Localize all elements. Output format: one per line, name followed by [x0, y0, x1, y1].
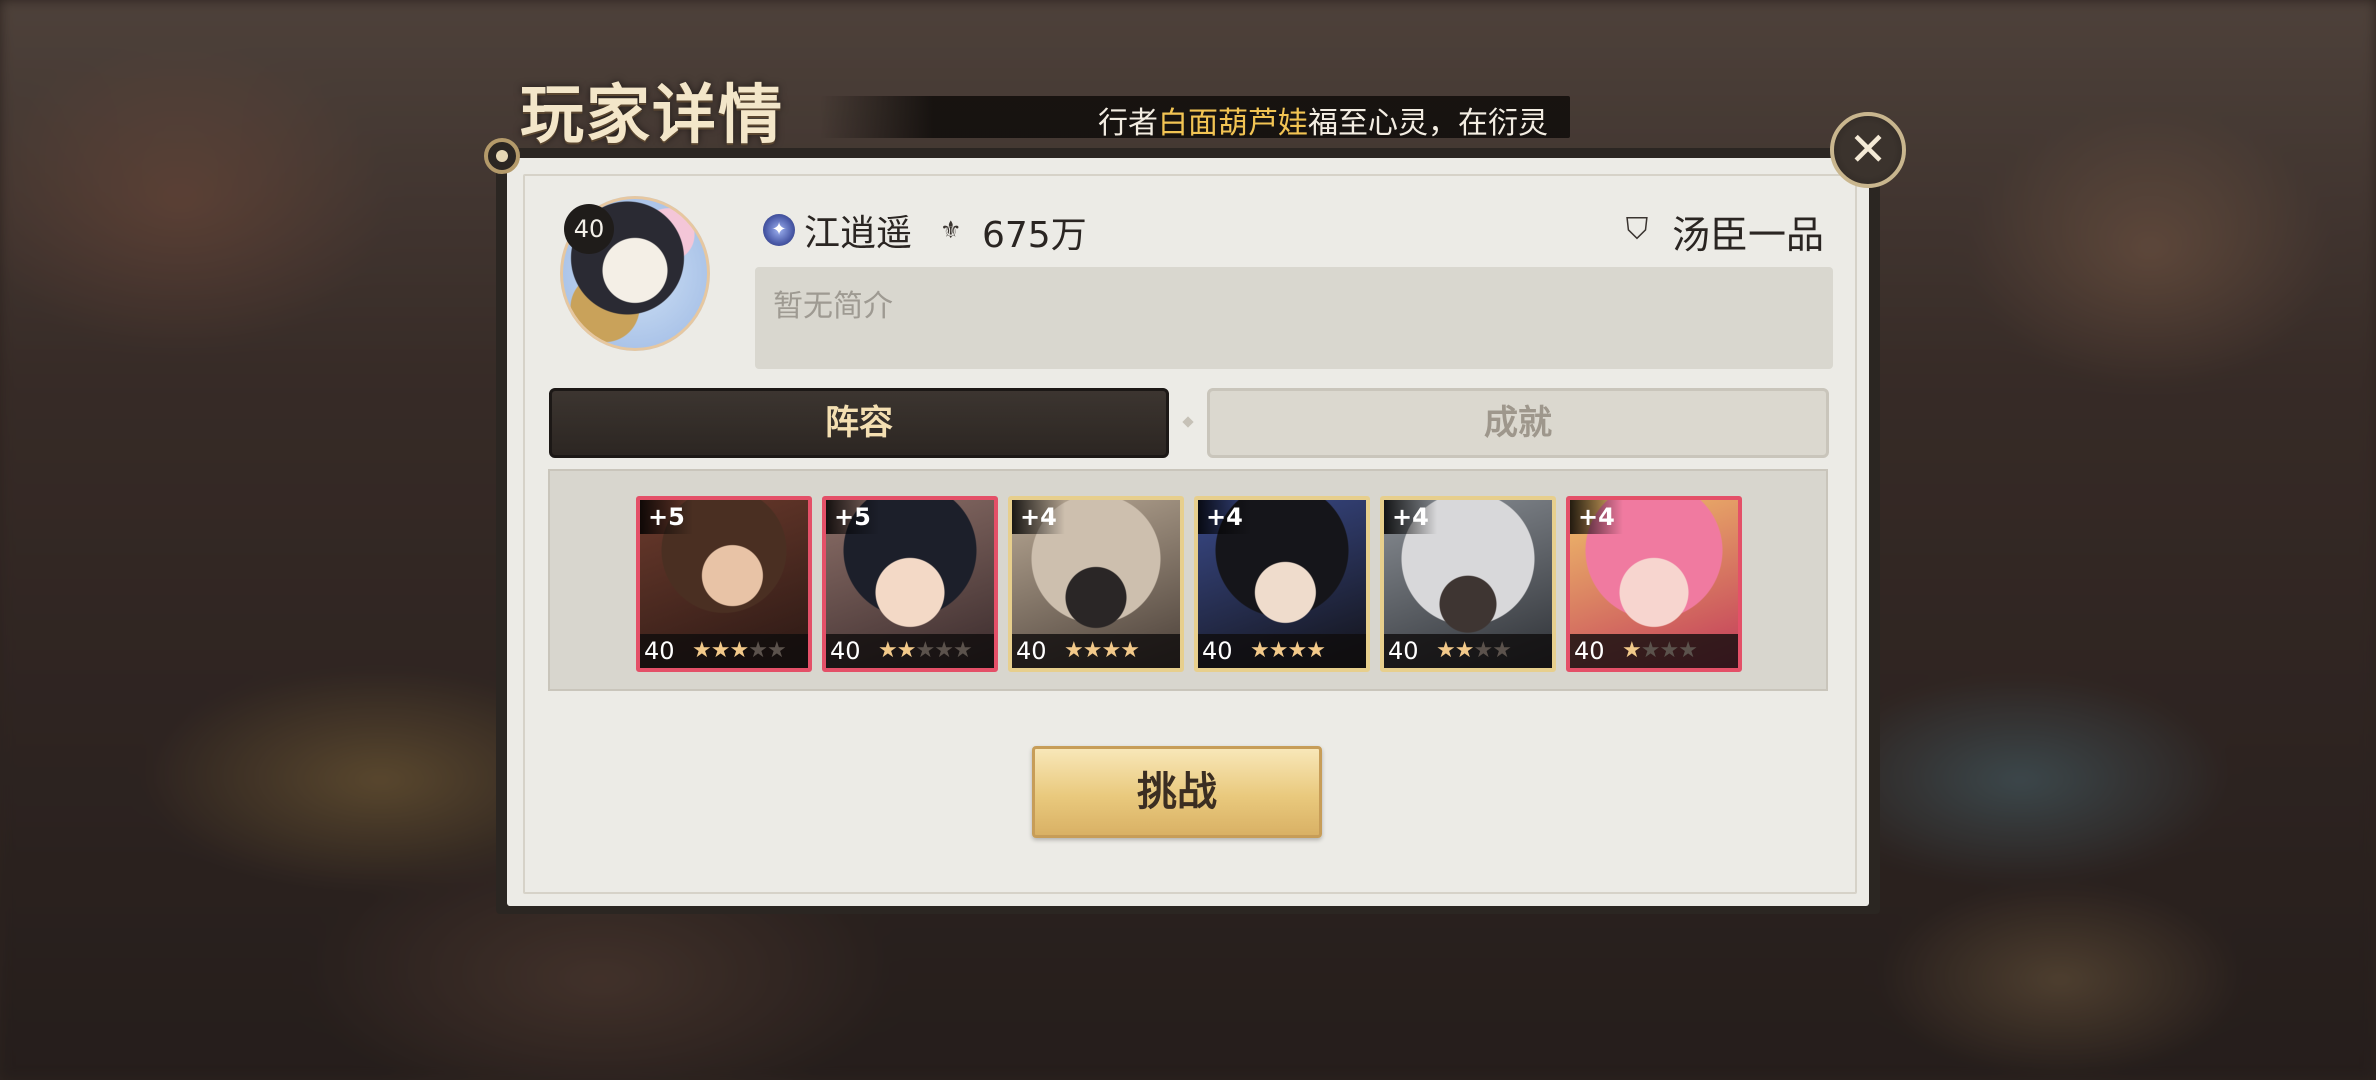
hero-card[interactable]: +4 40 ★★★★ — [1380, 496, 1556, 672]
ticker-text: 行者白面葫芦娃福至心灵，在衍灵 — [1098, 98, 1548, 138]
player-title: 汤臣一品 — [1672, 213, 1825, 257]
star-icon: ★ — [1678, 638, 1698, 663]
page-title: 玩家详情 — [520, 79, 784, 153]
hero-card[interactable]: +4 40 ★★★★ — [1194, 496, 1370, 672]
challenge-button[interactable]: 挑战 — [1032, 746, 1322, 838]
hero-stars: ★★★★ — [1064, 634, 1140, 668]
star-icon: ★ — [1640, 638, 1661, 663]
hero-upgrade-badge: +5 — [826, 500, 879, 534]
star-icon: ★ — [878, 638, 898, 663]
hero-upgrade-badge: +4 — [1570, 500, 1623, 534]
hero-stars: ★★★★★ — [878, 634, 973, 668]
bio-text: 暂无简介 — [773, 289, 893, 324]
star-icon: ★ — [1120, 638, 1140, 663]
star-icon: ★ — [692, 638, 712, 663]
hero-level: 40 — [644, 637, 675, 665]
star-icon: ★ — [1064, 638, 1084, 663]
hero-level: 40 — [1574, 637, 1605, 665]
hero-level: 40 — [830, 637, 861, 665]
star-icon: ★ — [1659, 638, 1679, 663]
star-icon: ★ — [915, 638, 935, 663]
broadcast-ticker: 行者白面葫芦娃福至心灵，在衍灵 — [820, 96, 1570, 138]
bio-box: 暂无简介 — [755, 267, 1833, 369]
hero-card-footer: 40 ★★★★ — [1384, 634, 1552, 668]
player-name: 江逍遥 — [804, 213, 913, 254]
star-icon: ★ — [1454, 638, 1475, 663]
star-icon: ★ — [1473, 638, 1493, 663]
hero-card-footer: 40 ★★★★ — [1198, 634, 1366, 668]
hero-card-footer: 40 ★★★★★ — [826, 634, 994, 668]
star-icon: ★ — [952, 638, 973, 663]
rank-icon: ✦ — [763, 214, 795, 246]
star-icon: ★ — [748, 638, 768, 663]
hero-card[interactable]: +5 40 ★★★★★ — [822, 496, 998, 672]
avatar-level-badge: 40 — [564, 204, 614, 254]
hero-card-footer: 40 ★★★★ — [1012, 634, 1180, 668]
ticker-suffix: 福至心灵，在衍灵 — [1308, 106, 1548, 138]
star-icon: ★ — [1436, 638, 1456, 663]
close-icon: ✕ — [1848, 122, 1888, 176]
tab-achievements[interactable]: 成就 — [1207, 388, 1829, 458]
hero-stars: ★★★★ — [1622, 634, 1698, 668]
hero-card-footer: 40 ★★★★★ — [640, 634, 808, 668]
power-icon: ⚜ — [940, 216, 962, 244]
hero-upgrade-badge: +4 — [1012, 500, 1065, 534]
hero-upgrade-badge: +5 — [640, 500, 693, 534]
star-icon: ★ — [1268, 638, 1289, 663]
star-icon: ★ — [766, 638, 787, 663]
hero-card[interactable]: +5 40 ★★★★★ — [636, 496, 812, 672]
hero-upgrade-badge: +4 — [1384, 500, 1437, 534]
hero-stars: ★★★★ — [1436, 634, 1512, 668]
star-icon: ★ — [934, 638, 954, 663]
title-shield-icon: ⛉ — [1625, 212, 1649, 247]
power-value: 675万 — [982, 215, 1087, 256]
star-icon: ★ — [1287, 638, 1307, 663]
hero-level: 40 — [1388, 637, 1419, 665]
star-icon: ★ — [1622, 638, 1642, 663]
tab-lineup[interactable]: 阵容 — [549, 388, 1169, 458]
star-icon: ★ — [729, 638, 749, 663]
star-icon: ★ — [1492, 638, 1512, 663]
hero-card[interactable]: +4 40 ★★★★ — [1566, 496, 1742, 672]
star-icon: ★ — [896, 638, 917, 663]
hero-level: 40 — [1016, 637, 1047, 665]
ornament-bolt-icon — [484, 138, 520, 174]
hero-stars: ★★★★★ — [692, 634, 787, 668]
hero-level: 40 — [1202, 637, 1233, 665]
star-icon: ★ — [1250, 638, 1270, 663]
close-button[interactable]: ✕ — [1830, 112, 1906, 188]
hero-card[interactable]: +4 40 ★★★★ — [1008, 496, 1184, 672]
star-icon: ★ — [1306, 638, 1326, 663]
ticker-highlight: 白面葫芦娃 — [1158, 106, 1308, 138]
star-icon: ★ — [1101, 638, 1121, 663]
hero-card-footer: 40 ★★★★ — [1570, 634, 1738, 668]
star-icon: ★ — [710, 638, 731, 663]
star-icon: ★ — [1082, 638, 1103, 663]
hero-stars: ★★★★ — [1250, 634, 1326, 668]
ticker-prefix: 行者 — [1098, 106, 1158, 138]
hero-upgrade-badge: +4 — [1198, 500, 1251, 534]
